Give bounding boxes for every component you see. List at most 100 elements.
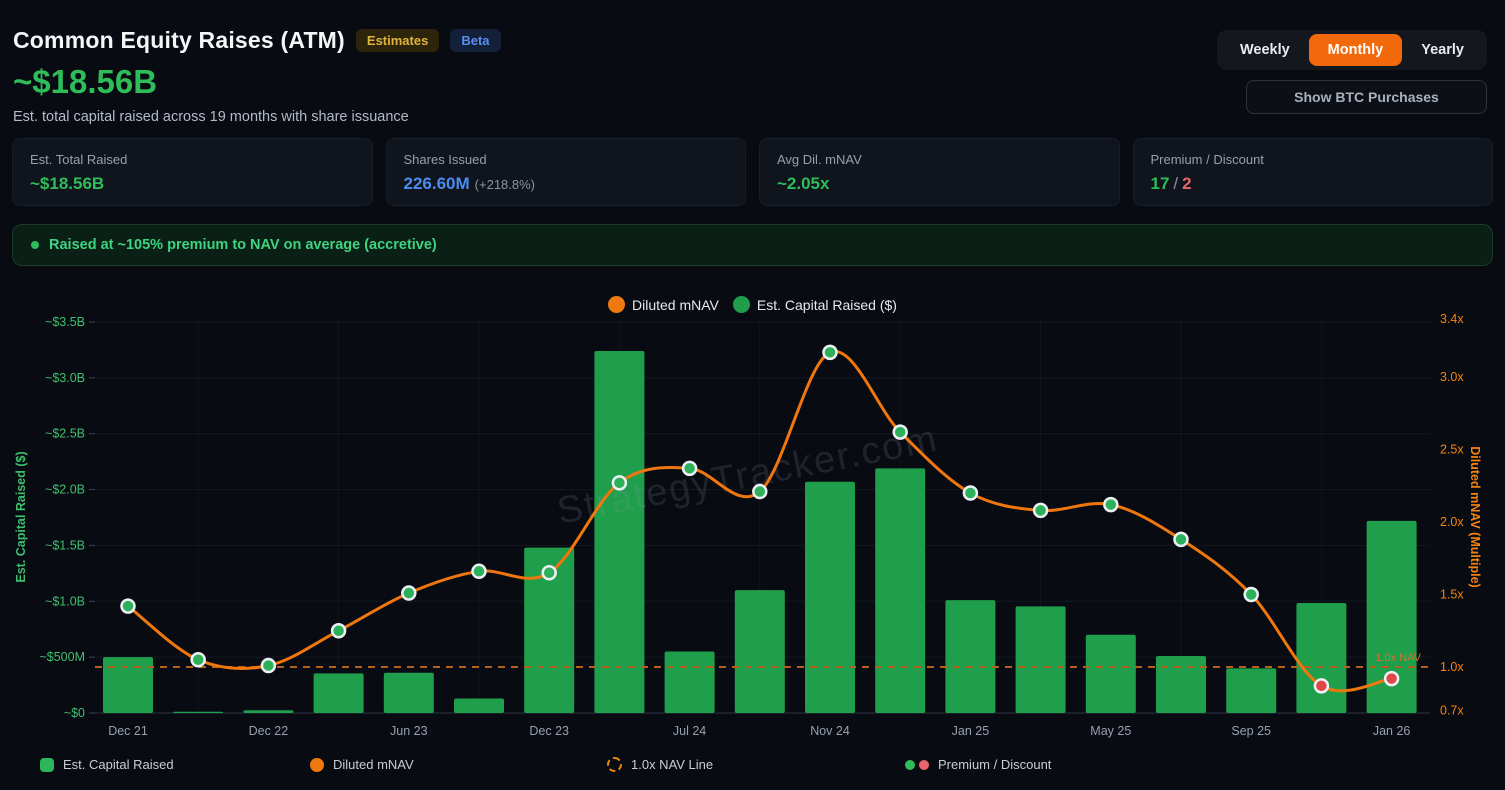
mnav-data-point[interactable] xyxy=(753,485,766,498)
legend-label: Premium / Discount xyxy=(938,757,1051,772)
page-title: Common Equity Raises (ATM) xyxy=(13,27,345,54)
chart-bottom-legend: Est. Capital Raised Diluted mNAV 1.0x NA… xyxy=(40,757,1051,772)
mnav-data-point[interactable] xyxy=(613,476,626,489)
mnav-data-point[interactable] xyxy=(683,462,696,475)
svg-text:~$500M: ~$500M xyxy=(39,650,85,664)
svg-text:0.7x: 0.7x xyxy=(1440,704,1464,718)
svg-text:~$3.5B: ~$3.5B xyxy=(45,315,85,329)
right-axis-title: Diluted mNAV (Multiple) xyxy=(1468,446,1482,587)
svg-text:~$1.0B: ~$1.0B xyxy=(45,594,85,608)
dashed-circle-icon xyxy=(607,757,622,772)
capital-raised-bar[interactable] xyxy=(1156,656,1206,713)
stat-label: Est. Total Raised xyxy=(30,152,355,167)
capital-raised-bar[interactable] xyxy=(103,657,153,713)
bullet-dot-icon xyxy=(31,241,39,249)
mnav-data-point[interactable] xyxy=(894,426,907,439)
left-axis-title: Est. Capital Raised ($) xyxy=(14,451,28,582)
capital-raises-chart[interactable]: ~$3.5B ~$3.0B ~$2.5B ~$2.0B ~$1.5B ~$1.0B ~$50… xyxy=(0,280,1505,755)
capital-raised-bar[interactable] xyxy=(454,698,504,713)
premium-count: 17 xyxy=(1151,174,1170,193)
capital-raised-bar[interactable] xyxy=(805,482,855,713)
accretive-banner: Raised at ~105% premium to NAV on averag… xyxy=(12,224,1493,266)
capital-raised-bar[interactable] xyxy=(384,673,434,713)
legend-label: Diluted mNAV xyxy=(333,757,414,772)
svg-text:~$3.0B: ~$3.0B xyxy=(45,371,85,385)
mnav-data-point[interactable] xyxy=(1385,672,1398,685)
legend-item-est-capital-raised[interactable]: Est. Capital Raised xyxy=(40,757,310,772)
capital-raised-bar[interactable] xyxy=(243,710,293,713)
stat-value: 226.60M (+218.8%) xyxy=(404,174,729,194)
tab-yearly[interactable]: Yearly xyxy=(1402,34,1483,66)
range-toggle: Weekly Monthly Yearly xyxy=(1217,30,1487,70)
premium-discount-dots-icon xyxy=(905,760,929,770)
capital-raised-bar[interactable] xyxy=(173,712,223,713)
svg-text:Sep 25: Sep 25 xyxy=(1231,724,1271,738)
capital-raised-bar[interactable] xyxy=(314,673,364,713)
legend-label: Est. Capital Raised xyxy=(63,757,174,772)
mnav-data-point[interactable] xyxy=(1104,498,1117,511)
mnav-data-point[interactable] xyxy=(1245,588,1258,601)
capital-raised-bar[interactable] xyxy=(1296,603,1346,713)
capital-raised-bar[interactable] xyxy=(735,590,785,713)
mnav-data-point[interactable] xyxy=(262,659,275,672)
accretive-banner-text: Raised at ~105% premium to NAV on averag… xyxy=(49,237,437,253)
stat-card-premium-discount: Premium / Discount 17/2 xyxy=(1133,138,1494,206)
beta-badge: Beta xyxy=(450,29,500,52)
capital-raised-bar[interactable] xyxy=(665,652,715,713)
svg-text:~$2.5B: ~$2.5B xyxy=(45,427,85,441)
orange-circle-icon xyxy=(310,758,324,772)
show-btc-purchases-button[interactable]: Show BTC Purchases xyxy=(1246,80,1487,114)
capital-raised-bar[interactable] xyxy=(1226,668,1276,713)
capital-raised-bar[interactable] xyxy=(945,600,995,713)
capital-raised-bar[interactable] xyxy=(594,351,644,713)
shares-issued-value: 226.60M xyxy=(404,174,470,193)
stat-card-est-total-raised: Est. Total Raised ~$18.56B xyxy=(12,138,373,206)
svg-text:3.4x: 3.4x xyxy=(1440,312,1464,326)
svg-text:Dec 22: Dec 22 xyxy=(249,724,289,738)
mnav-data-point[interactable] xyxy=(543,566,556,579)
legend-item-nav-line[interactable]: 1.0x NAV Line xyxy=(607,757,905,772)
capital-raised-bar[interactable] xyxy=(875,468,925,713)
estimates-badge: Estimates xyxy=(356,29,439,52)
stat-value: ~$18.56B xyxy=(30,174,355,194)
svg-text:Dec 21: Dec 21 xyxy=(108,724,148,738)
stat-value: ~2.05x xyxy=(777,174,1102,194)
mnav-data-point[interactable] xyxy=(402,587,415,600)
svg-text:Dec 23: Dec 23 xyxy=(529,724,569,738)
mnav-data-point[interactable] xyxy=(122,600,135,613)
green-square-icon xyxy=(40,758,54,772)
tab-weekly[interactable]: Weekly xyxy=(1221,34,1309,66)
header: Common Equity Raises (ATM) Estimates Bet… xyxy=(13,27,501,125)
mnav-data-point[interactable] xyxy=(473,565,486,578)
svg-text:Jul 24: Jul 24 xyxy=(673,724,706,738)
svg-text:Nov 24: Nov 24 xyxy=(810,724,850,738)
svg-text:2.0x: 2.0x xyxy=(1440,515,1464,529)
mnav-data-point[interactable] xyxy=(192,653,205,666)
svg-text:1.5x: 1.5x xyxy=(1440,588,1464,602)
svg-text:~$2.0B: ~$2.0B xyxy=(45,483,85,497)
mnav-data-point[interactable] xyxy=(332,624,345,637)
svg-text:2.5x: 2.5x xyxy=(1440,443,1464,457)
tab-monthly[interactable]: Monthly xyxy=(1309,34,1403,66)
capital-raised-bar[interactable] xyxy=(1086,635,1136,713)
shares-issued-change: (+218.8%) xyxy=(475,177,535,192)
legend-label: 1.0x NAV Line xyxy=(631,757,713,772)
svg-text:~$1.5B: ~$1.5B xyxy=(45,538,85,552)
subtitle: Est. total capital raised across 19 mont… xyxy=(13,109,501,125)
legend-item-diluted-mnav[interactable]: Diluted mNAV xyxy=(310,757,607,772)
stat-label: Avg Dil. mNAV xyxy=(777,152,1102,167)
mnav-data-point[interactable] xyxy=(1034,504,1047,517)
svg-text:Jan 25: Jan 25 xyxy=(952,724,990,738)
stat-card-avg-dil-mnav: Avg Dil. mNAV ~2.05x xyxy=(759,138,1120,206)
svg-text:May 25: May 25 xyxy=(1090,724,1131,738)
nav-reference-label: 1.0x NAV xyxy=(1375,652,1421,664)
legend-item-premium-discount[interactable]: Premium / Discount xyxy=(905,757,1051,772)
svg-text:Jan 26: Jan 26 xyxy=(1373,724,1411,738)
capital-raised-bar[interactable] xyxy=(1016,606,1066,713)
mnav-data-point[interactable] xyxy=(1175,533,1188,546)
stat-label: Shares Issued xyxy=(404,152,729,167)
mnav-data-point[interactable] xyxy=(824,346,837,359)
mnav-data-point[interactable] xyxy=(1315,679,1328,692)
discount-count: 2 xyxy=(1182,174,1191,193)
mnav-data-point[interactable] xyxy=(964,487,977,500)
